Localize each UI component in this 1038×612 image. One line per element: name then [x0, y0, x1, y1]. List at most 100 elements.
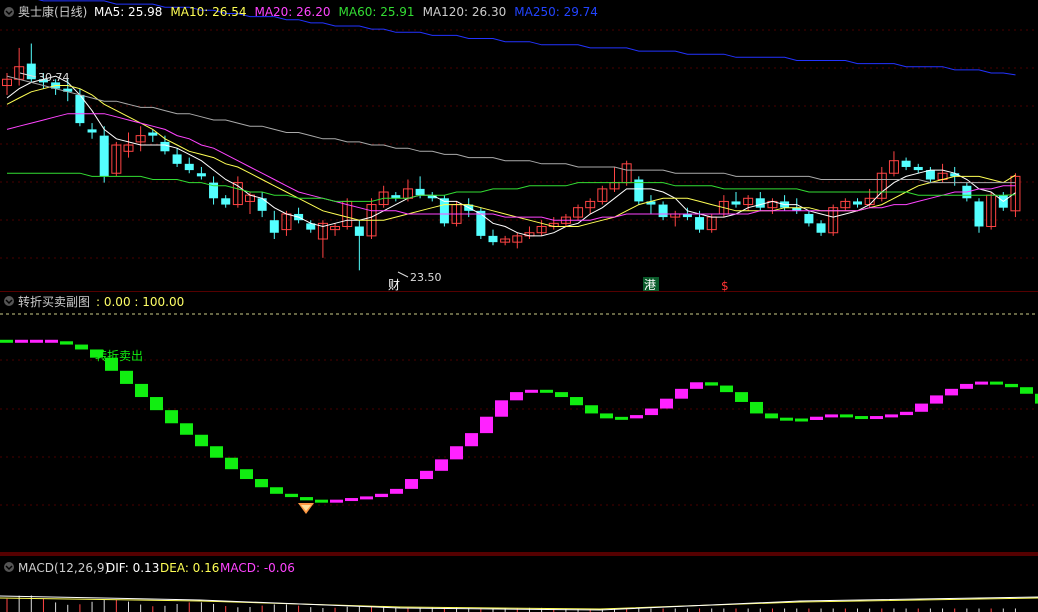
- turning-bar: [855, 416, 868, 420]
- turning-bar: [990, 381, 1003, 385]
- turning-bar: [45, 339, 58, 343]
- candlestick-chart[interactable]: 奥士康(日线) MA5: 25.98 MA10: 26.54 MA20: 26.20…: [0, 0, 1038, 292]
- ma-label-2: MA20: 26.20: [254, 5, 330, 19]
- candle: [209, 176, 219, 205]
- turning-bar: [675, 388, 688, 399]
- turning-bar: [75, 344, 88, 350]
- candle: [646, 195, 656, 214]
- chevron-down-icon[interactable]: [4, 562, 14, 572]
- candle: [755, 192, 765, 211]
- candle: [585, 198, 596, 214]
- turning-bar: [285, 493, 298, 498]
- ma-label-0: MA5: 25.98: [94, 5, 162, 19]
- event-marker-finance[interactable]: 财: [388, 278, 400, 292]
- moving-averages: [6, 0, 1016, 237]
- subchart-range: : 0.00 : 100.00: [96, 295, 184, 309]
- turning-bar: [315, 499, 328, 503]
- candles: [2, 43, 1021, 271]
- turning-point-subchart[interactable]: 转折买卖副图 : 0.00 : 100.00 转折卖出: [0, 292, 1038, 554]
- candle: [378, 185, 389, 208]
- turning-bar: [840, 414, 853, 418]
- turning-bar: [975, 381, 988, 385]
- turning-bar: [345, 498, 358, 502]
- candle: [986, 192, 997, 230]
- turning-bar: [525, 389, 538, 393]
- buy-signal-diamond-icon: [298, 503, 314, 514]
- candle: [609, 166, 620, 193]
- chevron-down-icon[interactable]: [4, 296, 14, 306]
- candle: [524, 226, 535, 240]
- turning-bar: [360, 496, 373, 500]
- candle: [196, 166, 206, 180]
- macd-chart[interactable]: MACD(12,26,9) DIF: 0.13 DEA: 0.16 MACD: …: [0, 554, 1038, 612]
- ma-line-ma60: [7, 172, 1016, 202]
- turning-bar: [150, 397, 163, 411]
- candle: [670, 210, 681, 227]
- turning-bar: [375, 493, 388, 498]
- turning-bar: [1005, 383, 1018, 388]
- turning-bar: [480, 416, 493, 434]
- turning-bar: [180, 423, 193, 435]
- candle: [135, 126, 146, 152]
- candle: [804, 210, 814, 227]
- candle: [901, 157, 911, 171]
- turning-bar: [195, 434, 208, 447]
- ma-line-ma10: [6, 85, 1016, 227]
- turning-bar: [1020, 387, 1033, 394]
- turning-bar: [915, 403, 928, 412]
- chevron-down-icon[interactable]: [4, 7, 14, 17]
- main-grid: [0, 29, 1038, 259]
- turning-bar: [705, 382, 718, 386]
- turning-bars: [0, 339, 1038, 503]
- turning-bar: [420, 470, 433, 480]
- candle: [853, 198, 862, 208]
- turning-bar: [645, 408, 658, 416]
- turning-bar: [435, 459, 448, 471]
- turning-bar: [210, 446, 223, 458]
- turning-bar: [330, 499, 343, 503]
- turning-bar: [510, 392, 523, 401]
- turning-bar: [270, 487, 283, 494]
- turning-bar: [615, 416, 628, 420]
- low-price-leader: [397, 271, 409, 278]
- candle: [269, 210, 279, 240]
- turning-bar: [120, 370, 133, 384]
- turning-bar: [600, 413, 613, 419]
- candle: [123, 132, 134, 158]
- turning-bar: [465, 433, 478, 447]
- candle: [828, 204, 839, 236]
- candle: [925, 166, 935, 183]
- candle: [888, 151, 899, 177]
- turning-bar: [495, 400, 508, 417]
- event-marker-dollar[interactable]: $: [721, 279, 729, 292]
- turning-bar: [960, 383, 973, 389]
- turning-bar: [660, 398, 673, 409]
- candle: [731, 192, 741, 208]
- turning-bar: [885, 414, 898, 418]
- turning-bar: [585, 405, 598, 414]
- candle: [634, 176, 644, 205]
- turning-bar: [60, 341, 73, 345]
- ma-label-1: MA10: 26.54: [170, 5, 246, 19]
- candle: [876, 166, 887, 202]
- turning-bar: [930, 395, 943, 404]
- turning-bar: [240, 469, 253, 480]
- candle: [184, 157, 194, 174]
- candle: [488, 229, 498, 246]
- turning-bar: [555, 392, 568, 398]
- macd-title: MACD(12,26,9): [18, 561, 109, 575]
- subchart-title: 转折买卖副图: [18, 294, 90, 309]
- ma-line-ma120: [6, 75, 1016, 184]
- macd-histogram: [0, 595, 1038, 612]
- candle: [99, 126, 109, 183]
- turning-bar: [765, 413, 778, 419]
- turning-bar: [165, 410, 178, 424]
- turning-bar: [825, 414, 838, 418]
- candle: [816, 220, 826, 236]
- ma-label-3: MA60: 25.91: [339, 5, 415, 19]
- turning-bar: [945, 388, 958, 396]
- turning-bar: [15, 339, 28, 343]
- event-marker-hk[interactable]: 港: [644, 278, 656, 292]
- candle: [913, 163, 923, 174]
- candle: [354, 220, 364, 271]
